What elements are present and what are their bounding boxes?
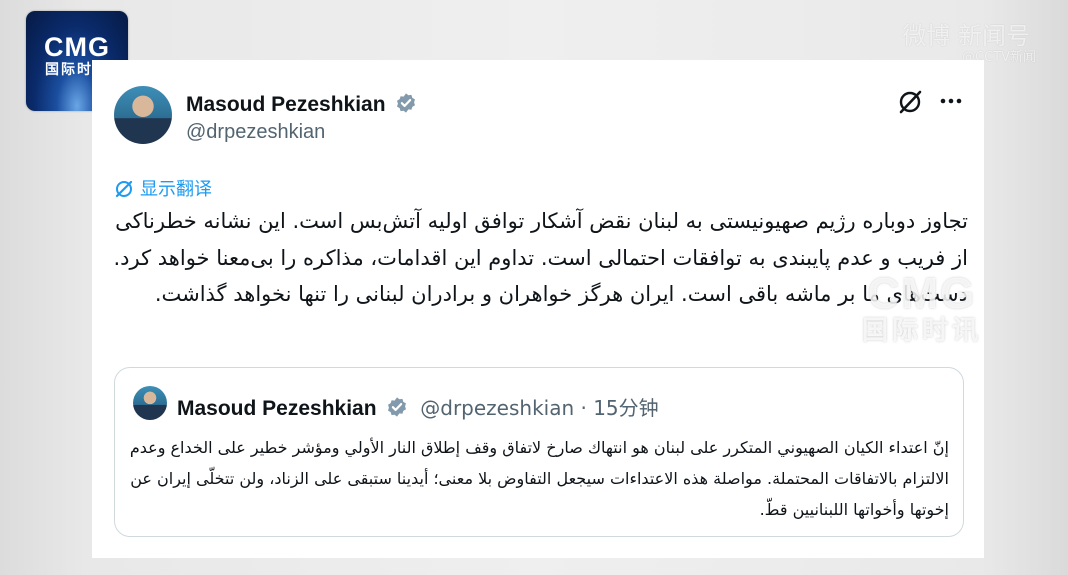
quoted-header: Masoud Pezeshkian @drpezeshkian · 15分钟 [177, 392, 659, 421]
more-icon[interactable] [938, 88, 964, 114]
author-name-text: Masoud Pezeshkian [186, 93, 386, 116]
tweet-card: Masoud Pezeshkian @drpezeshkian 显示翻译 تجا… [92, 60, 984, 558]
quoted-author-name[interactable]: Masoud Pezeshkian [177, 397, 377, 420]
translate-link[interactable]: 显示翻译 [114, 175, 212, 201]
avatar[interactable] [114, 86, 172, 144]
verified-badge-icon [397, 93, 416, 113]
cmg-logo-text: CMG [44, 32, 110, 62]
quoted-text: إنّ اعتداء الكيان الصهيوني المتكرر على ل… [129, 438, 949, 519]
translate-label: 显示翻译 [140, 179, 212, 200]
quoted-meta: @drpezeshkian · 15分钟 [420, 396, 659, 420]
quoted-tweet[interactable]: Masoud Pezeshkian @drpezeshkian · 15分钟 إ… [114, 367, 964, 537]
translate-icon [115, 180, 133, 198]
quoted-avatar[interactable] [133, 386, 167, 420]
cmg-watermark-subtext: 国际时讯 [862, 316, 983, 346]
verified-badge-icon [388, 397, 407, 417]
author-name[interactable]: Masoud Pezeshkian [186, 92, 417, 117]
author-handle[interactable]: @drpezeshkian [186, 121, 325, 144]
tweet-text: تجاوز دوباره رژیم صهیونیستی به لبنان نقض… [113, 209, 968, 306]
cmg-watermark: CMG 国际时讯 [862, 269, 983, 347]
weibo-watermark-text: 微博 新闻号 [902, 22, 1030, 50]
cmg-watermark-text: CMG [867, 269, 977, 318]
grok-icon[interactable] [896, 88, 924, 116]
